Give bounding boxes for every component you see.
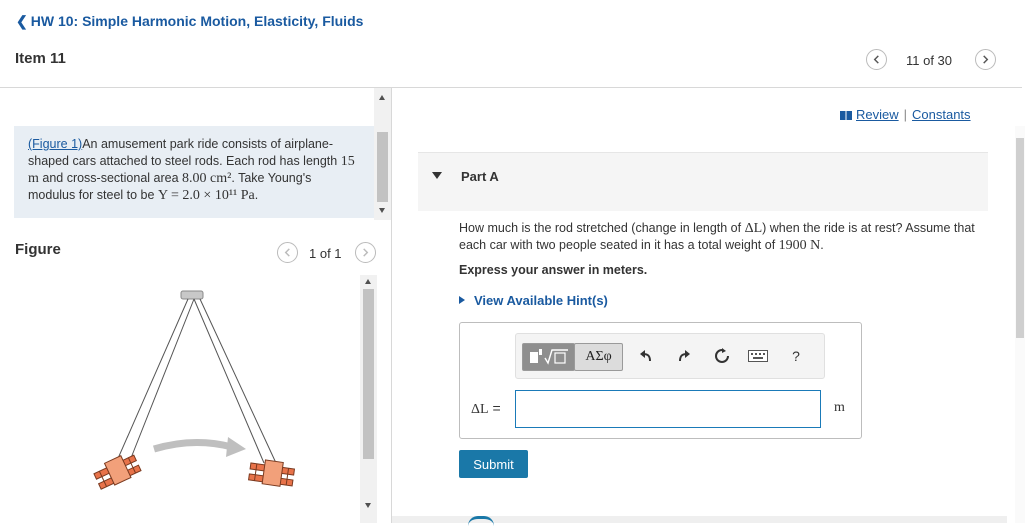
part-a-header[interactable] xyxy=(418,152,988,211)
book-icon xyxy=(840,111,852,120)
problem-scrollbar[interactable] xyxy=(374,88,391,220)
figure-image xyxy=(14,267,359,523)
answer-variable: ΔL xyxy=(471,402,489,417)
hints-label: View Available Hint(s) xyxy=(474,293,608,308)
chevron-right-icon xyxy=(983,55,989,64)
car-weight: 1900 N xyxy=(778,238,821,253)
back-to-assignment-link[interactable]: ❮ HW 10: Simple Harmonic Motion, Elastici… xyxy=(16,13,363,30)
link-separator: | xyxy=(903,107,908,122)
problem-text: and cross-sectional area xyxy=(38,171,183,185)
figure-link[interactable]: (Figure 1) xyxy=(28,137,82,151)
templates-button[interactable] xyxy=(522,343,575,371)
figure-counter: 1 of 1 xyxy=(309,246,342,261)
unit-label: m xyxy=(834,400,845,415)
scroll-down-arrow[interactable] xyxy=(379,208,385,213)
page-scrollbar[interactable] xyxy=(1015,126,1025,523)
review-link[interactable]: Review xyxy=(856,107,899,122)
delta-l-variable: ΔL xyxy=(744,221,763,236)
equals-sign: = xyxy=(488,400,501,416)
part-title: Part A xyxy=(461,169,499,184)
redo-icon[interactable] xyxy=(674,346,694,366)
greek-symbols-button[interactable]: ΑΣφ xyxy=(574,343,623,371)
youngs-modulus: Y = 2.0 × 10¹¹ Pa xyxy=(157,188,255,203)
review-constants-links: Review | Constants xyxy=(840,107,971,122)
keyboard-icon[interactable] xyxy=(748,346,768,366)
templates-icon xyxy=(529,349,568,365)
assignment-title: HW 10: Simple Harmonic Motion, Elasticit… xyxy=(30,13,364,29)
progress-arc-icon xyxy=(468,516,494,526)
question-fragment: . xyxy=(820,238,824,252)
hub xyxy=(180,290,204,300)
next-figure-button[interactable] xyxy=(355,242,376,263)
amusement-ride-illustration xyxy=(93,290,296,490)
answer-input[interactable] xyxy=(515,390,821,428)
chevron-left-icon: ❮ xyxy=(16,13,28,29)
problem-statement: (Figure 1)An amusement park ride consist… xyxy=(14,126,374,218)
scrollbar-thumb[interactable] xyxy=(377,132,388,202)
previous-item-button[interactable] xyxy=(866,49,887,70)
next-item-button[interactable] xyxy=(975,49,996,70)
question-text: How much is the rod stretched (change in… xyxy=(459,220,989,254)
problem-text: . xyxy=(254,188,259,202)
figure-scrollbar[interactable] xyxy=(360,275,377,523)
chevron-right-icon xyxy=(363,248,369,257)
question-fragment: How much is the rod stretched (change in… xyxy=(459,221,745,235)
scroll-down-arrow[interactable] xyxy=(365,503,371,508)
airplane-car-left xyxy=(93,454,142,490)
answer-variable-label: ΔL = xyxy=(471,400,501,418)
item-counter: 11 of 30 xyxy=(906,53,953,68)
rod-area: 8.00 cm² xyxy=(182,171,232,186)
scroll-up-arrow[interactable] xyxy=(379,95,385,100)
previous-figure-button[interactable] xyxy=(277,242,298,263)
math-toolbar: ΑΣφ ? xyxy=(515,333,825,379)
rod-left xyxy=(115,298,189,464)
undo-icon[interactable] xyxy=(636,346,656,366)
motion-arrowhead xyxy=(226,437,246,457)
answer-instructions: Express your answer in meters. xyxy=(459,263,648,277)
caret-right-icon xyxy=(459,296,465,304)
motion-arrow xyxy=(152,438,233,453)
scroll-up-arrow[interactable] xyxy=(365,279,371,284)
chevron-left-icon xyxy=(873,55,879,64)
scrollbar-thumb[interactable] xyxy=(363,289,374,459)
submit-button[interactable]: Submit xyxy=(459,450,528,478)
rod-left-2 xyxy=(128,298,195,464)
collapse-caret-icon[interactable] xyxy=(432,172,442,179)
scrollbar-thumb[interactable] xyxy=(1016,138,1024,338)
rod-right-2 xyxy=(199,298,277,464)
chevron-left-icon xyxy=(284,248,290,257)
constants-link[interactable]: Constants xyxy=(912,107,971,122)
header-divider xyxy=(0,87,1022,88)
pane-divider xyxy=(391,88,392,523)
help-icon[interactable]: ? xyxy=(786,346,806,366)
figure-heading: Figure xyxy=(15,241,61,258)
airplane-car-right xyxy=(247,459,296,487)
reset-icon[interactable] xyxy=(712,346,732,366)
item-title: Item 11 xyxy=(15,50,66,67)
view-hints-toggle[interactable]: View Available Hint(s) xyxy=(459,293,608,308)
